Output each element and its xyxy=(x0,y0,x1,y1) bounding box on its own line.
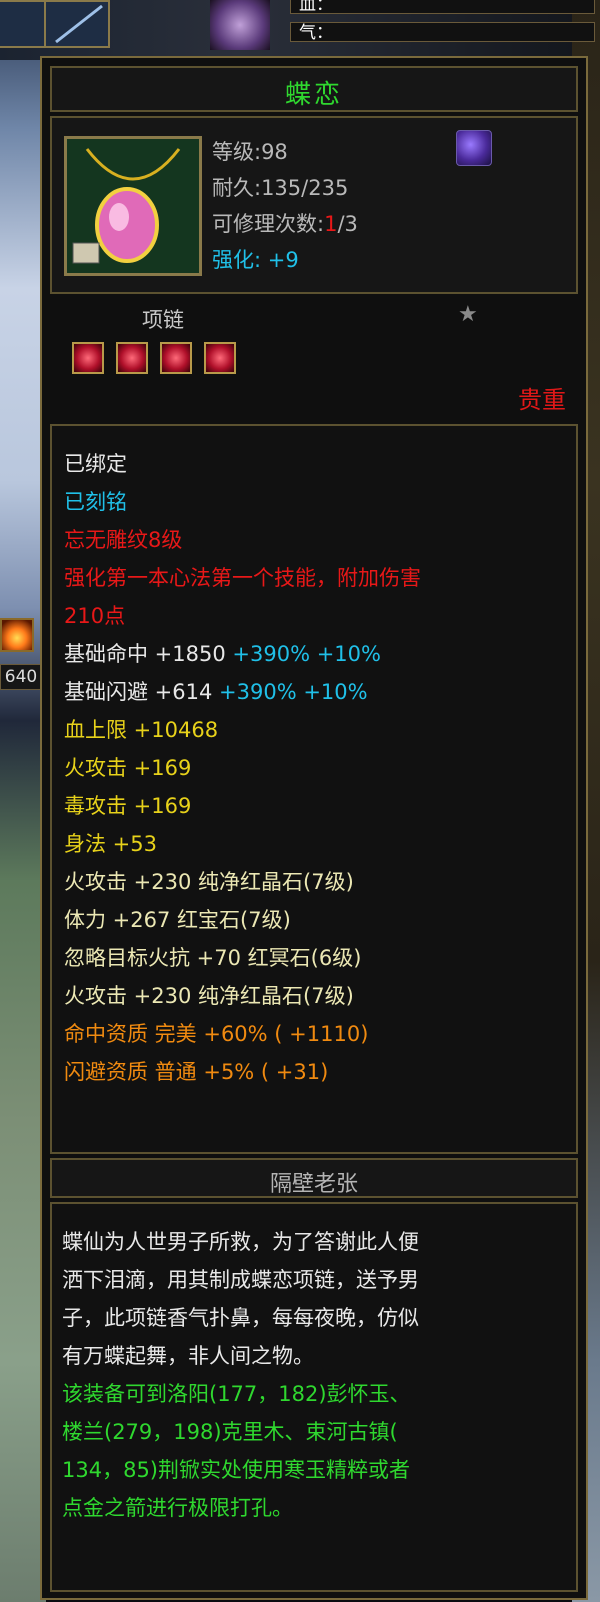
energy-bar: 气： xyxy=(290,22,595,43)
item-repair-count: 可修理次数:1/3 xyxy=(212,208,358,238)
level-number: 640 xyxy=(0,664,42,690)
description-line: 134，85)荆锨实处使用寒玉精粹或者 xyxy=(62,1458,410,1482)
description-line: 洒下泪滴，用其制成蝶恋项链，送予男 xyxy=(62,1268,419,1292)
attribute-line: 毒攻击 +169 xyxy=(64,794,192,818)
repair-label: 可修理次数: xyxy=(212,212,325,236)
attribute-line: 已刻铭 xyxy=(64,490,127,514)
gem-slot-icon xyxy=(72,342,104,374)
item-type: 项链 xyxy=(142,308,184,332)
sword-icon xyxy=(55,4,103,44)
attribute-line: 已绑定 xyxy=(64,452,127,476)
description-line: 蝶仙为人世男子所救，为了答谢此人便 xyxy=(62,1230,419,1254)
item-info-panel: 等级:98 耐久:135/235 可修理次数:1/3 强化: +9 xyxy=(50,116,578,294)
attribute-part: 基础闪避 +614 xyxy=(64,680,220,704)
owner-name: 隔壁老张 xyxy=(269,1172,358,1197)
attribute-part: +390% +10% xyxy=(219,680,368,704)
engrave-badge-icon xyxy=(456,130,492,166)
attribute-line: 忽略目标火抗 +70 红冥石(6级) xyxy=(64,946,362,970)
star-icon: ★ xyxy=(458,302,478,327)
attribute-line: 基础闪避 +614 +390% +10% xyxy=(64,676,368,706)
owner-bar: 隔壁老张 xyxy=(50,1158,578,1198)
item-durability: 耐久:135/235 xyxy=(212,176,349,200)
sword-skill-icon[interactable] xyxy=(44,0,110,48)
attribute-line: 强化第一本心法第一个技能，附加伤害 xyxy=(64,566,421,590)
item-title-bar: 蝶恋 xyxy=(50,66,578,112)
gem-slot-icon xyxy=(160,342,192,374)
description-line: 楼兰(279，198)克里木、束河古镇( xyxy=(62,1420,398,1444)
attribute-line: 身法 +53 xyxy=(64,832,157,856)
attribute-part: 基础命中 +1850 xyxy=(64,642,233,666)
attribute-panel: 已绑定已刻铭忘无雕纹8级强化第一本心法第一个技能，附加伤害 210点基础命中 +1… xyxy=(50,424,578,1154)
item-enhance: 强化: +9 xyxy=(212,244,299,274)
attribute-line: 火攻击 +169 xyxy=(64,756,192,780)
attribute-line: 基础命中 +1850 +390% +10% xyxy=(64,638,381,668)
attribute-line: 火攻击 +230 纯净红晶石(7级) xyxy=(64,984,354,1008)
description-line: 点金之箭进行极限打孔。 xyxy=(62,1496,293,1520)
description-panel: 蝶仙为人世男子所救，为了答谢此人便 洒下泪滴，用其制成蝶恋项链，送予男 子，此项链香… xyxy=(50,1202,578,1592)
item-tooltip: 蝶恋 等级:98 耐久:135/235 可修理次数:1/3 强化: +9 项链 … xyxy=(40,56,588,1600)
attribute-line: 火攻击 +230 纯净红晶石(7级) xyxy=(64,870,354,894)
skill-slot-icon[interactable] xyxy=(0,0,48,48)
repair-used: 1 xyxy=(324,212,338,236)
description-line: 子，此项链香气扑鼻，每每夜晚，仿似 xyxy=(62,1306,419,1330)
attribute-line: 血上限 +10468 xyxy=(64,718,219,742)
attribute-line: 体力 +267 红宝石(7级) xyxy=(64,908,291,932)
repair-total: /3 xyxy=(337,212,358,236)
item-rarity: 贵重 xyxy=(518,386,566,414)
gem-slot-icon xyxy=(204,342,236,374)
item-level: 等级:98 xyxy=(212,140,288,164)
description-line: 该装备可到洛阳(177，182)彭怀玉、 xyxy=(62,1382,411,1406)
attribute-line: 210点 xyxy=(64,604,126,628)
enhance-value: +9 xyxy=(267,248,299,272)
item-type-area: 项链 ★ 贵重 xyxy=(50,298,578,420)
character-portrait-icon[interactable] xyxy=(210,0,270,50)
gem-slot-icon xyxy=(116,342,148,374)
attribute-line: 闪避资质 普通 +5% ( +31) xyxy=(64,1060,329,1084)
hp-bar: 血： xyxy=(290,0,595,15)
attribute-line: 忘无雕纹8级 xyxy=(64,528,183,552)
item-name: 蝶恋 xyxy=(284,80,343,110)
enhance-label: 强化: xyxy=(212,248,262,272)
attribute-part: +390% +10% xyxy=(232,642,381,666)
fire-skill-icon[interactable] xyxy=(0,618,34,652)
necklace-icon xyxy=(64,136,202,276)
attribute-line: 命中资质 完美 +60% ( +1110) xyxy=(64,1022,369,1046)
description-line: 有万蝶起舞，非人间之物。 xyxy=(62,1344,314,1368)
